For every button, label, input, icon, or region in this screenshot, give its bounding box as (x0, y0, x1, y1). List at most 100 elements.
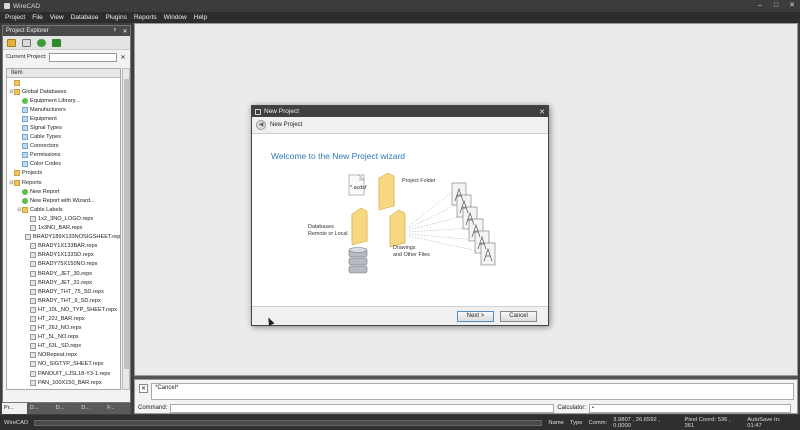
tree-item[interactable]: HT_22J_BAR.repx (7, 314, 120, 323)
pin-icon[interactable]: ᵖ (110, 28, 120, 34)
menu-project[interactable]: Project (5, 14, 25, 21)
menu-help[interactable]: Help (194, 14, 207, 21)
panel-close-icon[interactable]: ✕ (120, 28, 130, 35)
table-icon (22, 152, 28, 159)
tree-item[interactable]: BRADY_THT_9_SD.repx (7, 296, 120, 305)
tree-scrollbar[interactable] (122, 68, 130, 390)
calculator-input[interactable]: • (589, 403, 792, 413)
tree-item[interactable]: Signal Types (7, 123, 120, 132)
tree-item[interactable]: HT_63L_SD.repx (7, 342, 120, 351)
tree-item[interactable]: New Report (7, 187, 120, 196)
calculator-value: • (592, 405, 594, 411)
tree-item-label: NORepeat.repx (38, 352, 77, 359)
tree-item[interactable]: PAN_100X150_BAR.repx (7, 378, 120, 387)
table-icon (22, 115, 28, 122)
tree-item-label: BRADY1X133BAR.repx (38, 243, 98, 250)
status-name: Name (548, 419, 564, 426)
clear-project-icon[interactable]: ✕ (119, 54, 127, 61)
tree-item[interactable]: BRADY_JET_31.repx (7, 278, 120, 287)
status-comm: Comm: (588, 419, 608, 426)
tree-item[interactable]: NORepeat.repx (7, 351, 120, 360)
minimize-button[interactable]: – (752, 0, 768, 12)
tree-item[interactable]: HT_26J_NO.repx (7, 324, 120, 333)
tree-item-label: Cable Types (30, 134, 61, 141)
status-type: Type (569, 419, 583, 426)
tree-item-label: PANDUIT_LJSL18-Y3-1.repx (38, 370, 111, 377)
menu-plugins[interactable]: Plugins (106, 14, 127, 21)
tab-databases-1[interactable]: D... (27, 403, 54, 414)
tree-item[interactable]: ⊟ Cable Labels (7, 205, 120, 214)
tab-databases-3[interactable]: D... (79, 403, 106, 414)
tree-item[interactable]: Permissions (7, 151, 120, 160)
report-icon (30, 370, 36, 377)
tree-item[interactable]: BRADY1X133BAR.repx (7, 242, 120, 251)
tree-item[interactable]: PANDUIT_LJSL18-Y3-1.repx (7, 369, 120, 378)
status-coords: 3.9807 , 26.6592 , 0.0000 (613, 416, 660, 429)
open-project-icon[interactable] (7, 38, 16, 47)
project-file-label: *.acdsf (350, 185, 367, 191)
tree-item[interactable]: NO_SIGTYP_SHEET.repx (7, 360, 120, 369)
tree-scrollbar-thumb[interactable] (124, 79, 129, 369)
folder-icon (14, 79, 20, 86)
tree-item[interactable]: Connectors (7, 142, 120, 151)
tree-item[interactable]: BRADY_JET_30.repx (7, 269, 120, 278)
table-icon (22, 161, 28, 168)
next-button[interactable]: Next > (457, 311, 494, 322)
explorer-header: Project Explorer ᵖ ✕ (3, 26, 130, 36)
report-icon (30, 261, 36, 268)
tree-item[interactable]: HT_5L_NO.repx (7, 333, 120, 342)
sync-icon[interactable] (52, 38, 61, 47)
report-icon (30, 315, 36, 322)
tree-item[interactable]: Manufacturers (7, 105, 120, 114)
tab-files[interactable]: F... (105, 403, 131, 414)
calculator-label: Calculator: (557, 405, 587, 411)
command-input[interactable] (170, 403, 555, 413)
tree-item[interactable]: PAN_100X150_NOSIGSHEET.repx (7, 387, 120, 389)
tree-item[interactable]: BRADY_THT_75_SD.repx (7, 287, 120, 296)
menu-reports[interactable]: Reports (134, 14, 157, 21)
tree-item-label: Connectors (30, 143, 59, 150)
tree-item[interactable]: BRADY1X133SD.repx (7, 251, 120, 260)
tree-item-label: Reports (22, 179, 42, 186)
folder-icon (14, 170, 20, 177)
report-icon (30, 306, 36, 313)
report-icon (30, 379, 36, 386)
tree-item[interactable]: HT_10L_NO_TYP_SHEET.repx (7, 305, 120, 314)
tree-item[interactable]: New Report with Wizard... (7, 196, 120, 205)
refresh-icon[interactable] (37, 38, 46, 47)
tree-item[interactable]: BRADY75X150NO.repx (7, 260, 120, 269)
current-project-select[interactable] (48, 52, 117, 62)
window-title: WireCAD (13, 2, 41, 10)
command-label: Command: (138, 405, 168, 411)
tree-item[interactable]: BRADY189X133NOSIGSHEET.repx (7, 233, 120, 242)
menu-window[interactable]: Window (164, 14, 187, 21)
tree-item-label: 1x3NO_BAR.repx (38, 225, 83, 232)
tree-item[interactable]: 1x2_3NO_LOGO.repx (7, 214, 120, 223)
folder-icon (14, 179, 20, 186)
menu-view[interactable]: View (50, 14, 64, 21)
tree-item-label: Equipment (30, 115, 57, 122)
table-icon (22, 125, 28, 132)
tree-item[interactable]: Color Codes (7, 160, 120, 169)
tree-item[interactable]: ⊟ Reports (7, 178, 120, 187)
tree-item[interactable]: Projects (7, 169, 120, 178)
tab-databases-2[interactable]: D... (53, 403, 80, 414)
tab-project[interactable]: Pr... (2, 403, 28, 414)
close-button[interactable]: ✕ (784, 0, 800, 12)
new-document-icon[interactable] (22, 38, 31, 47)
report-icon (30, 225, 36, 232)
maximize-button[interactable]: □ (768, 0, 784, 12)
table-icon (22, 143, 28, 150)
tree-item[interactable]: Cable Types (7, 133, 120, 142)
tree-item[interactable]: 1x3NO_BAR.repx (7, 224, 120, 233)
clear-history-icon[interactable]: ✕ (139, 384, 148, 393)
tree-item[interactable]: Equipment (7, 114, 120, 123)
menu-file[interactable]: File (32, 14, 42, 21)
cancel-button[interactable]: Cancel (500, 311, 537, 322)
tree-item[interactable] (7, 78, 120, 87)
tree-item[interactable]: ⊟ Global Databases (7, 87, 120, 96)
tree-item-label: HT_63L_SD.repx (38, 343, 82, 350)
tree-item[interactable]: Equipment Library... (7, 96, 120, 105)
databases-label-line2: Remote or Local (308, 230, 348, 237)
menu-database[interactable]: Database (71, 14, 99, 21)
